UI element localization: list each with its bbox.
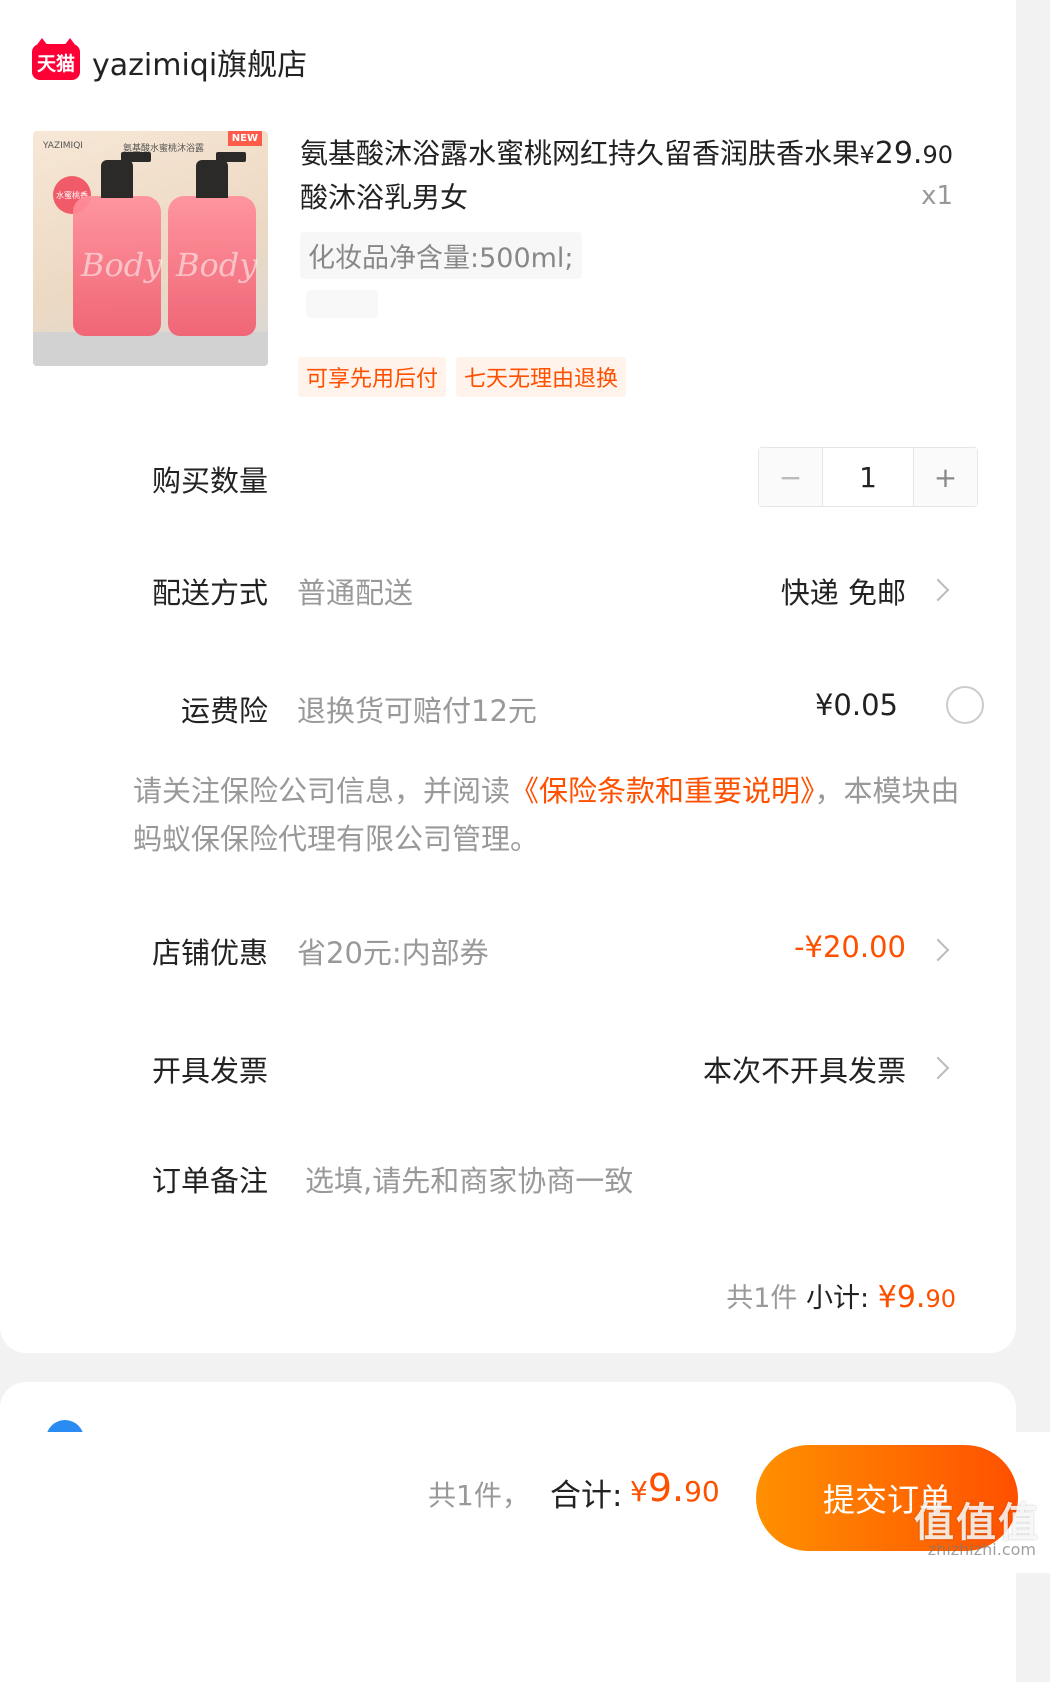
bottle-graphic: Body [168, 152, 258, 336]
insurance-radio[interactable] [946, 686, 984, 724]
product-title[interactable]: 氨基酸沐浴露水蜜桃网红持久留香润肤香水果酸沐浴乳男女 [300, 132, 860, 220]
price-integer: 29. [874, 136, 923, 171]
product-image-brand: YAZIMIQI [43, 141, 83, 151]
quantity-plus-button[interactable]: + [914, 448, 977, 506]
service-tag-return: 七天无理由退换 [456, 357, 627, 397]
notice-text: 请关注保险公司信息，并阅读 [133, 774, 511, 808]
quantity-stepper: − 1 + [758, 447, 978, 507]
insurance-sub: 退换货可赔付12元 [297, 694, 537, 728]
bottle-body-text: Body [176, 246, 258, 284]
total-label: 合计: [550, 1478, 623, 1514]
shop-header[interactable]: 天猫 yazimiqi旗舰店 [32, 38, 307, 86]
insurance-notice: 请关注保险公司信息，并阅读《保险条款和重要说明》，本模块由蚂蚁保保险代理有限公司… [133, 767, 973, 863]
service-tag-pay-later: 可享先用后付 [298, 357, 447, 397]
total-cents: 90 [684, 1475, 720, 1508]
tmall-logo-icon: 天猫 [32, 38, 80, 80]
product-price: ¥29.90 [859, 136, 953, 171]
insurance-label: 运费险 [180, 694, 268, 728]
price-currency: ¥ [859, 141, 875, 169]
tmall-badge-text: 天猫 [36, 52, 75, 75]
subtotal-label: 小计: [806, 1283, 870, 1314]
delivery-sub: 普通配送 [297, 576, 414, 610]
invoice-chevron-right-icon[interactable] [926, 1056, 950, 1080]
product-quantity: x1 [921, 181, 953, 211]
service-tags: 可享先用后付 七天无理由退换 [298, 357, 627, 397]
subtotal-integer: 9. [896, 1280, 926, 1315]
delivery-value[interactable]: 快递 免邮 [781, 570, 906, 612]
product-image-shelf [33, 332, 268, 366]
coupon-label: 店铺优惠 [151, 936, 268, 970]
order-card: 天猫 yazimiqi旗舰店 YAZIMIQI 氨基酸水蜜桃沐浴露 NEW 水蜜… [0, 0, 1016, 1353]
product-price-column: ¥29.90 x1 [859, 136, 953, 211]
invoice-value[interactable]: 本次不开具发票 [703, 1048, 906, 1090]
remark-input[interactable]: 选填,请先和商家协商一致 [305, 1158, 633, 1200]
quantity-value[interactable]: 1 [822, 448, 914, 506]
bottle-graphic: Body [73, 152, 163, 336]
subtotal-amount: ¥9.90 [878, 1280, 956, 1315]
subtotal-currency: ¥ [877, 1280, 897, 1315]
product-sku-placeholder [306, 290, 378, 318]
product-image-new-tag: NEW [227, 131, 262, 146]
coupon-value[interactable]: -¥20.00 [794, 930, 906, 964]
product-image[interactable]: YAZIMIQI 氨基酸水蜜桃沐浴露 NEW 水蜜桃香 Body Body [33, 131, 268, 366]
insurance-terms-link[interactable]: 《保险条款和重要说明》 [510, 774, 815, 808]
watermark-url: zhizhizhi.com [927, 1540, 1036, 1559]
subtotal-cents: 90 [925, 1285, 956, 1313]
quantity-minus-button[interactable]: − [759, 448, 822, 506]
total-currency: ¥ [630, 1475, 648, 1508]
total-count: 共1件， [428, 1479, 530, 1512]
insurance-price: ¥0.05 [814, 688, 898, 722]
coupon-sub: 省20元:内部券 [297, 936, 489, 970]
price-cents: 90 [922, 141, 953, 169]
coupon-chevron-right-icon[interactable] [926, 938, 950, 962]
bottle-body-text: Body [81, 246, 163, 284]
total-amount: ¥9.90 [630, 1466, 720, 1510]
remark-label: 订单备注 [151, 1164, 268, 1198]
subtotal-count: 共1件 [726, 1283, 798, 1314]
product-sku: 化妆品净含量:500ml; [300, 232, 582, 279]
invoice-label: 开具发票 [151, 1054, 268, 1088]
subtotal: 共1件 小计: ¥9.90 [726, 1276, 956, 1315]
delivery-label: 配送方式 [151, 576, 268, 610]
delivery-chevron-right-icon[interactable] [926, 578, 950, 602]
total-integer: 9. [647, 1466, 685, 1510]
quantity-label: 购买数量 [151, 464, 268, 498]
shop-name[interactable]: yazimiqi旗舰店 [92, 40, 307, 84]
